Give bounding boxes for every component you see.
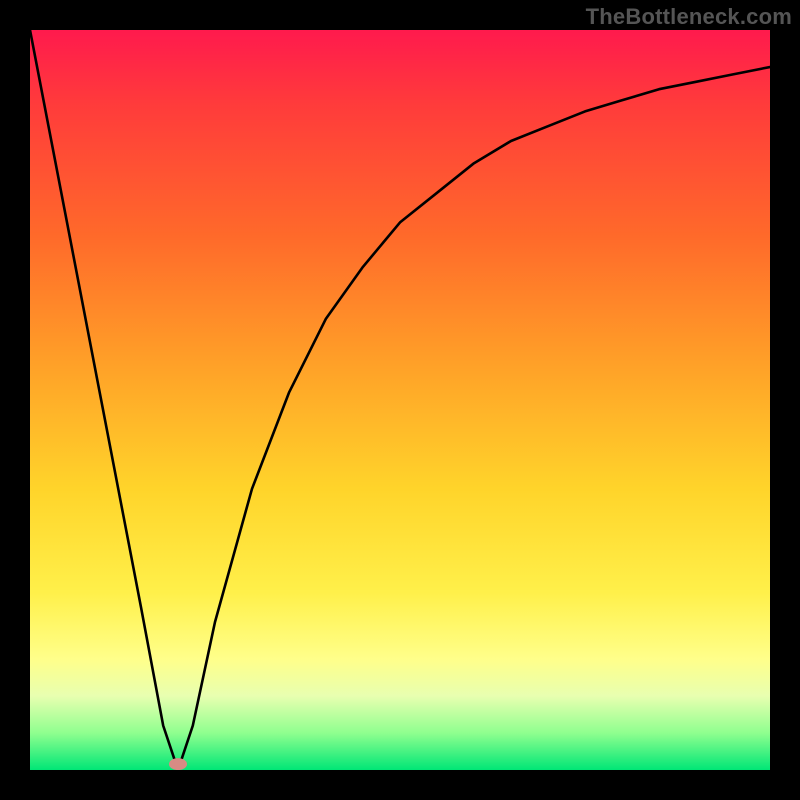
watermark-text: TheBottleneck.com <box>586 4 792 30</box>
target-marker <box>169 758 187 770</box>
plot-svg <box>30 30 770 770</box>
chart-frame: TheBottleneck.com <box>0 0 800 800</box>
curve-line <box>30 30 770 770</box>
plot-area <box>30 30 770 770</box>
